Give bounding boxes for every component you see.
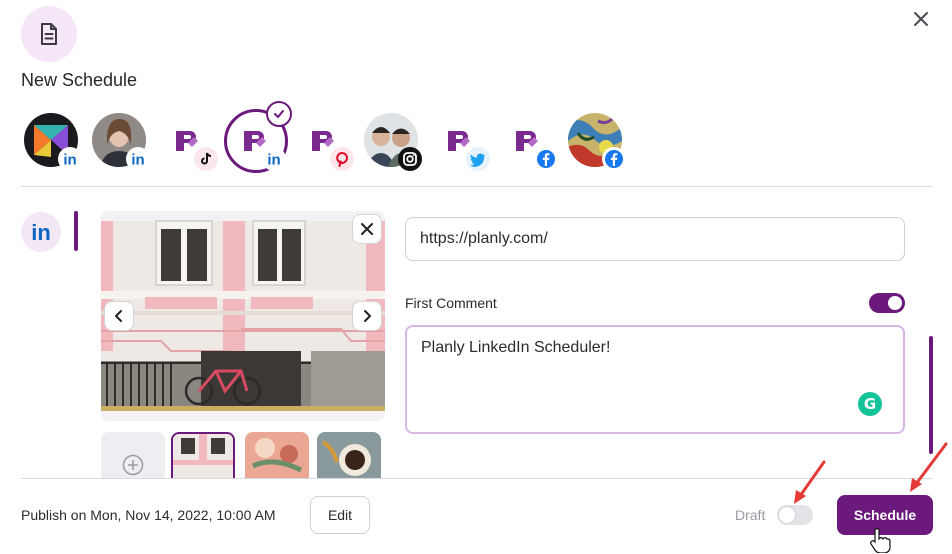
scrollbar[interactable] — [929, 336, 933, 454]
account-avatar[interactable] — [364, 113, 422, 171]
svg-text:in: in — [63, 152, 76, 169]
remove-media-button[interactable] — [352, 214, 382, 244]
chevron-right-icon[interactable] — [352, 301, 382, 331]
divider — [21, 186, 933, 187]
first-comment-textarea[interactable]: Planly LinkedIn Scheduler! — [405, 325, 905, 434]
linkedin-icon: in — [126, 147, 150, 171]
instagram-icon — [398, 147, 422, 171]
linkedin-icon[interactable]: in — [21, 212, 61, 252]
svg-text:in: in — [131, 152, 144, 169]
facebook-icon — [602, 147, 626, 171]
add-media-button[interactable] — [101, 432, 165, 478]
tiktok-icon — [194, 147, 218, 171]
account-avatar[interactable] — [432, 113, 490, 171]
close-icon[interactable] — [908, 6, 934, 32]
first-comment-text: Planly LinkedIn Scheduler! — [421, 339, 611, 356]
first-comment-toggle[interactable] — [869, 293, 905, 313]
twitter-icon — [466, 147, 490, 171]
first-comment-label: First Comment — [405, 295, 497, 311]
media-thumbnail[interactable] — [245, 432, 309, 478]
pinterest-icon — [330, 147, 354, 171]
active-network-indicator — [74, 211, 78, 251]
svg-text:in: in — [31, 220, 51, 245]
svg-text:in: in — [267, 152, 280, 169]
draft-toggle[interactable] — [777, 505, 813, 525]
chevron-left-icon[interactable] — [104, 301, 134, 331]
account-avatar[interactable] — [296, 113, 354, 171]
page-title: New Schedule — [21, 70, 138, 90]
grammarly-icon[interactable]: G — [858, 392, 882, 416]
account-avatar-selected[interactable]: in — [224, 101, 292, 173]
edit-button[interactable]: Edit — [310, 496, 370, 534]
plus-icon — [122, 454, 144, 476]
account-avatar[interactable] — [568, 113, 626, 171]
account-selector: in in in — [24, 101, 644, 173]
account-avatar[interactable] — [160, 113, 218, 171]
annotation-arrow-icon — [910, 442, 948, 492]
media-thumbnail-selected[interactable] — [171, 432, 235, 478]
linkedin-icon: in — [58, 147, 82, 171]
hand-cursor-icon — [870, 528, 891, 553]
account-avatar[interactable]: in — [24, 113, 82, 171]
facebook-icon — [534, 147, 558, 171]
media-thumbnails — [101, 432, 385, 478]
annotation-arrow-icon — [794, 460, 826, 504]
account-avatar[interactable]: in — [92, 113, 150, 171]
media-preview — [101, 211, 385, 421]
publish-datetime: Publish on Mon, Nov 14, 2022, 10:00 AM — [21, 507, 276, 523]
draft-label: Draft — [735, 507, 766, 523]
linkedin-icon: in — [262, 147, 286, 171]
check-icon — [266, 101, 292, 127]
media-thumbnail[interactable] — [317, 432, 381, 478]
account-avatar[interactable] — [500, 113, 558, 171]
document-icon — [21, 6, 77, 62]
link-url-input[interactable] — [405, 217, 905, 261]
